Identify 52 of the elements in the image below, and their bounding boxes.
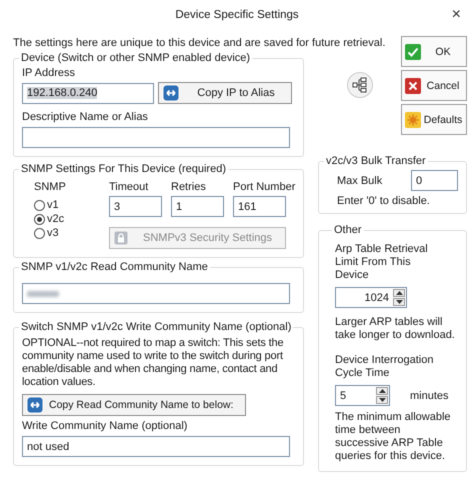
- field-label: Max Bulk: [336, 174, 384, 186]
- action-button[interactable]: OK: [401, 36, 467, 67]
- field-label: Descriptive Name or Alias: [22, 111, 148, 123]
- field-label: Arp Table Retrieval Limit From This Device: [335, 243, 429, 282]
- group-title: SNMP Settings For This Device (required): [20, 163, 227, 175]
- field-label: Write Community Name (optional): [22, 420, 188, 432]
- radio-option[interactable]: v3: [34, 227, 100, 239]
- group-title: Device (Switch or other SNMP enabled device): [20, 52, 252, 64]
- field-label: Device Interrogation Cycle Time: [335, 354, 434, 380]
- copy-community-button[interactable]: Copy Read Community Name to below:: [22, 394, 246, 416]
- field-label: Port Number: [233, 181, 296, 193]
- number-field[interactable]: 161: [233, 196, 286, 217]
- number-field[interactable]: 3: [109, 196, 162, 217]
- lock-icon: [114, 231, 128, 245]
- field-label: IP Address: [22, 67, 75, 79]
- spin-buttons[interactable]: [393, 289, 405, 306]
- alias-field[interactable]: [22, 127, 290, 148]
- group-title: Switch SNMP v1/v2c Write Community Name (optional): [20, 321, 292, 333]
- hint-text: Larger ARP tables will take longer to download.: [335, 316, 455, 342]
- radio-option[interactable]: v2c: [34, 213, 100, 225]
- blurred-value: [27, 290, 59, 296]
- write-community-field[interactable]: not used: [22, 436, 290, 457]
- ip-address-field[interactable]: 192.168.0.240: [22, 82, 154, 104]
- gear-icon: [405, 112, 421, 128]
- check-icon: [405, 44, 421, 60]
- community-name-field[interactable]: [22, 283, 290, 304]
- hint-text: The minimum allowable time between successive ARP Table queries for this device.: [335, 411, 452, 463]
- field-label: Timeout: [109, 181, 148, 193]
- group-title: Other: [333, 224, 363, 236]
- hint-text: Enter '0' to disable.: [336, 195, 430, 207]
- window-title: Device Specific Settings: [175, 9, 299, 21]
- action-button[interactable]: Defaults: [401, 104, 467, 135]
- close-icon: [405, 78, 421, 94]
- field-label: SNMP: [34, 181, 66, 193]
- unit-label: minutes: [410, 390, 449, 402]
- swap-arrows-icon: [163, 85, 179, 101]
- cycle-time-field[interactable]: 5: [335, 385, 390, 406]
- network-tree-icon[interactable]: [346, 72, 372, 98]
- arp-limit-field[interactable]: 1024: [335, 287, 407, 308]
- copy-ip-button[interactable]: Copy IP to Alias: [158, 82, 292, 104]
- group-title: SNMP v1/v2c Read Community Name: [20, 261, 209, 273]
- radio-option[interactable]: v1: [34, 199, 100, 211]
- description-text: OPTIONAL--not required to map a switch: This sets the community name used to write to the switch during port enable/disable and when changing name, contact and location values.: [22, 337, 284, 389]
- swap-arrows-icon: [27, 397, 43, 413]
- number-field[interactable]: 1: [171, 196, 224, 217]
- close-button[interactable]: ×: [448, 6, 464, 24]
- field-label: Retries: [171, 181, 206, 193]
- intro-text: The settings here are unique to this device and are saved for future retrieval.: [13, 37, 386, 49]
- spin-buttons[interactable]: [376, 387, 388, 404]
- max-bulk-field[interactable]: 0: [411, 170, 458, 191]
- group-title: v2c/v3 Bulk Transfer: [325, 155, 427, 167]
- action-button[interactable]: Cancel: [401, 70, 467, 101]
